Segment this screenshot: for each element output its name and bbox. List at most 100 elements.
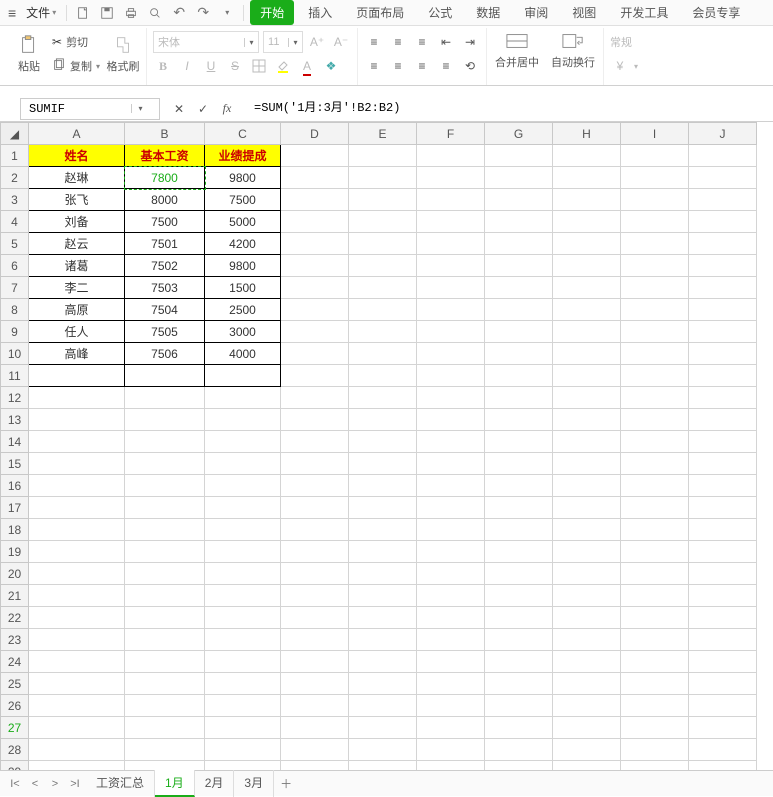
cell-G2[interactable]	[485, 167, 553, 189]
sheet-tab[interactable]: 工资汇总	[86, 770, 155, 797]
cell-I10[interactable]	[621, 343, 689, 365]
cell-B18[interactable]	[125, 519, 205, 541]
cell-I24[interactable]	[621, 651, 689, 673]
cell-C28[interactable]	[205, 739, 281, 761]
cell-H20[interactable]	[553, 563, 621, 585]
cell-A15[interactable]	[29, 453, 125, 475]
format-painter-button[interactable]: 格式刷	[106, 30, 140, 78]
cell-I15[interactable]	[621, 453, 689, 475]
cell-B9[interactable]: 7505	[125, 321, 205, 343]
cell-H13[interactable]	[553, 409, 621, 431]
cell-F1[interactable]	[417, 145, 485, 167]
cell-G12[interactable]	[485, 387, 553, 409]
cell-C29[interactable]	[205, 761, 281, 771]
cell-B25[interactable]	[125, 673, 205, 695]
cell-H15[interactable]	[553, 453, 621, 475]
sheet-nav-prev-icon[interactable]: <	[26, 778, 44, 790]
cell-B5[interactable]: 7501	[125, 233, 205, 255]
cell-E6[interactable]	[349, 255, 417, 277]
cell-G16[interactable]	[485, 475, 553, 497]
font-name-select[interactable]: ▾	[153, 31, 259, 53]
cell-B8[interactable]: 7504	[125, 299, 205, 321]
cell-A28[interactable]	[29, 739, 125, 761]
cell-E17[interactable]	[349, 497, 417, 519]
cell-G17[interactable]	[485, 497, 553, 519]
cell-F20[interactable]	[417, 563, 485, 585]
cell-J3[interactable]	[689, 189, 757, 211]
cell-B7[interactable]: 7503	[125, 277, 205, 299]
tab-home[interactable]: 开始	[250, 0, 294, 25]
row-header[interactable]: 10	[1, 343, 29, 365]
cell-C3[interactable]: 7500	[205, 189, 281, 211]
cell-E23[interactable]	[349, 629, 417, 651]
cell-C4[interactable]: 5000	[205, 211, 281, 233]
cell-B26[interactable]	[125, 695, 205, 717]
cell-F18[interactable]	[417, 519, 485, 541]
cell-J19[interactable]	[689, 541, 757, 563]
name-box-input[interactable]	[21, 102, 131, 116]
cell-C12[interactable]	[205, 387, 281, 409]
cell-F7[interactable]	[417, 277, 485, 299]
cell-D3[interactable]	[281, 189, 349, 211]
cell-D23[interactable]	[281, 629, 349, 651]
tab-review[interactable]: 审阅	[514, 0, 558, 25]
print-icon[interactable]	[121, 3, 141, 23]
cell-A3[interactable]: 张飞	[29, 189, 125, 211]
cell-G20[interactable]	[485, 563, 553, 585]
cell-I25[interactable]	[621, 673, 689, 695]
align-middle-icon[interactable]: ≡	[388, 32, 408, 52]
row-header[interactable]: 14	[1, 431, 29, 453]
cell-G21[interactable]	[485, 585, 553, 607]
column-header-B[interactable]: B	[125, 123, 205, 145]
cell-I2[interactable]	[621, 167, 689, 189]
row-header[interactable]: 5	[1, 233, 29, 255]
cell-E5[interactable]	[349, 233, 417, 255]
cell-J17[interactable]	[689, 497, 757, 519]
tab-formulas[interactable]: 公式	[418, 0, 462, 25]
row-header[interactable]: 20	[1, 563, 29, 585]
row-header[interactable]: 28	[1, 739, 29, 761]
cell-A2[interactable]: 赵琳	[29, 167, 125, 189]
cell-G8[interactable]	[485, 299, 553, 321]
row-header[interactable]: 4	[1, 211, 29, 233]
cell-I9[interactable]	[621, 321, 689, 343]
cell-B10[interactable]: 7506	[125, 343, 205, 365]
cell-G7[interactable]	[485, 277, 553, 299]
cell-C27[interactable]	[205, 717, 281, 739]
cell-I14[interactable]	[621, 431, 689, 453]
cell-A29[interactable]	[29, 761, 125, 771]
cell-C6[interactable]: 9800	[205, 255, 281, 277]
bold-button[interactable]: B	[153, 56, 173, 76]
cell-A22[interactable]	[29, 607, 125, 629]
cell-F9[interactable]	[417, 321, 485, 343]
cell-B27[interactable]	[125, 717, 205, 739]
cell-D11[interactable]	[281, 365, 349, 387]
cell-F22[interactable]	[417, 607, 485, 629]
cell-G26[interactable]	[485, 695, 553, 717]
copy-button[interactable]: 复制 ▾	[52, 54, 100, 78]
cell-F6[interactable]	[417, 255, 485, 277]
cell-H11[interactable]	[553, 365, 621, 387]
cell-G1[interactable]	[485, 145, 553, 167]
cell-D16[interactable]	[281, 475, 349, 497]
cell-F4[interactable]	[417, 211, 485, 233]
cell-C5[interactable]: 4200	[205, 233, 281, 255]
row-header[interactable]: 17	[1, 497, 29, 519]
cut-button[interactable]: ✂ 剪切	[52, 30, 100, 54]
align-bottom-icon[interactable]: ≡	[412, 32, 432, 52]
cell-G15[interactable]	[485, 453, 553, 475]
cell-C7[interactable]: 1500	[205, 277, 281, 299]
cell-H25[interactable]	[553, 673, 621, 695]
cell-I29[interactable]	[621, 761, 689, 771]
cell-F15[interactable]	[417, 453, 485, 475]
cell-B22[interactable]	[125, 607, 205, 629]
print-preview-icon[interactable]	[145, 3, 165, 23]
cell-I26[interactable]	[621, 695, 689, 717]
row-header[interactable]: 13	[1, 409, 29, 431]
cell-C10[interactable]: 4000	[205, 343, 281, 365]
cell-A25[interactable]	[29, 673, 125, 695]
column-header-C[interactable]: C	[205, 123, 281, 145]
row-header[interactable]: 21	[1, 585, 29, 607]
cell-D18[interactable]	[281, 519, 349, 541]
cell-G5[interactable]	[485, 233, 553, 255]
